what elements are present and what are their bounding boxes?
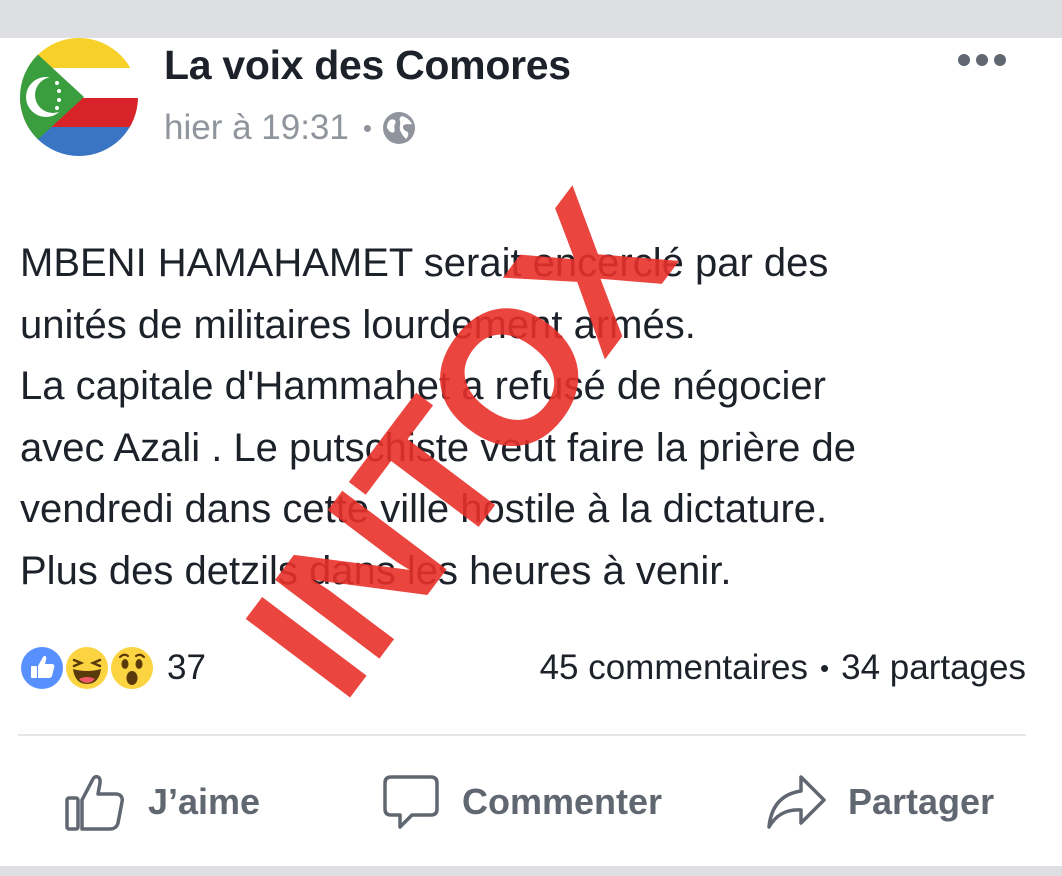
haha-icon xyxy=(64,645,110,691)
wow-icon xyxy=(109,645,155,691)
stats-separator: • xyxy=(820,652,830,683)
post-body-line: avec Azali . Le putschiste veut faire la… xyxy=(20,425,857,470)
post-timestamp[interactable]: hier à 19:31 xyxy=(164,108,349,148)
reactions-summary[interactable]: 37 xyxy=(18,644,206,692)
comments-count[interactable]: 45 commentaires xyxy=(540,648,808,688)
post-body-line: unités de militaires lourdement armés. xyxy=(20,302,696,347)
page-avatar[interactable] xyxy=(20,38,138,156)
share-icon xyxy=(767,775,826,829)
more-horizontal-icon xyxy=(958,54,1006,66)
like-button-label: J’aime xyxy=(148,781,261,822)
post-body-line: vendredi dans cette ville hostile à la d… xyxy=(20,487,828,531)
page-name[interactable]: La voix des Comores xyxy=(164,42,571,89)
reactions-count[interactable]: 37 xyxy=(167,648,206,688)
share-button[interactable]: Partager xyxy=(766,770,994,834)
actions-divider xyxy=(18,734,1026,736)
more-options-button[interactable] xyxy=(956,50,1008,70)
post-body-line: MBENI HAMAHAMET serait encerclé par des xyxy=(20,241,829,285)
shares-count[interactable]: 34 partages xyxy=(841,648,1026,688)
meta-separator: • xyxy=(362,112,372,143)
share-button-label: Partager xyxy=(848,781,995,822)
post-body-line: La capitale d'Hammahet a refusé de négoc… xyxy=(20,364,826,408)
globe-icon xyxy=(382,112,415,144)
like-button[interactable]: J’aime xyxy=(64,770,260,834)
comment-button[interactable]: Commenter xyxy=(382,770,662,834)
comment-icon xyxy=(383,775,439,829)
comoros-flag-icon xyxy=(20,38,138,156)
post-meta: hier à 19:31 • xyxy=(164,108,416,148)
like-icon xyxy=(19,645,65,691)
post-stats: 45 commentaires • 34 partages xyxy=(540,648,1026,688)
comment-button-label: Commenter xyxy=(462,781,663,822)
thumbs-up-icon xyxy=(65,774,124,831)
post-body: MBENI HAMAHAMET serait encerclé par des … xyxy=(20,233,1040,602)
post-body-line: Plus des detzils dans les heures à venir… xyxy=(20,548,732,593)
